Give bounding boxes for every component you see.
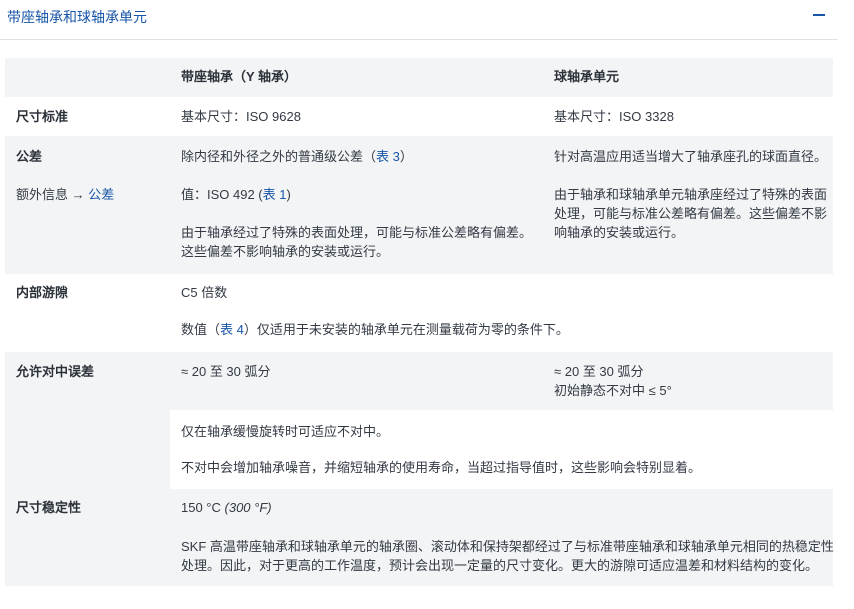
tolerance-col1-line2: 值：ISO 492 (表 1) <box>181 185 291 204</box>
clearance-note-text-end: ）仅适用于未安装的轴承单元在测量载荷为零的条件下。 <box>243 322 569 337</box>
row-label-misalignment: 允许对中误差 <box>16 364 95 379</box>
tolerance-text: 除内径和外径之外的普通级公差（ <box>181 149 377 164</box>
row-label-clearance: 内部游隙 <box>16 285 69 300</box>
row-label-dimension-std: 尺寸标准 <box>16 109 69 124</box>
stability-note-line2: 处理。因此，对于更高的工作温度，预计会出现一定量的尺寸变化。更大的游隙可适应温差… <box>181 558 819 573</box>
stability-note-line1: SKF 高温带座轴承和球轴承单元的轴承圈、滚动体和保持架都经过了与标准带座轴承和… <box>181 539 834 554</box>
tolerance-col1-line1: 除内径和外径之外的普通级公差（表 3） <box>181 147 413 166</box>
table-header-row: 带座轴承（Y 轴承） 球轴承单元 <box>5 58 833 97</box>
iso492-text: 值：ISO 492 ( <box>181 187 263 202</box>
section-title[interactable]: 带座轴承和球轴承单元 <box>7 7 147 27</box>
tolerance-col1-para-line2: 这些偏差不影响轴承的安装或运行。 <box>181 244 390 259</box>
table-row: 允许对中误差 ≈ 20 至 30 弧分 ≈ 20 至 30 弧分 初始静态不对中… <box>5 352 833 489</box>
iso492-text-end: ) <box>286 187 291 202</box>
stability-temp-c: 150 °C <box>181 500 221 515</box>
misalignment-note1: 仅在轴承缓慢旋转时可适应不对中。 <box>181 424 390 439</box>
misalignment-col2-line1: ≈ 20 至 30 弧分 <box>554 364 644 379</box>
extra-info-label: 额外信息 → <box>16 187 85 202</box>
tolerance-col2-para-line2: 处理，可能与标准公差略有偏差。这些偏差不影 <box>554 206 828 221</box>
header-pillow-block: 带座轴承（Y 轴承） <box>181 69 298 84</box>
clearance-value: C5 倍数 <box>181 285 228 300</box>
tolerance-col2-para-line3: 响轴承的安装或运行。 <box>554 225 685 240</box>
tolerance-link[interactable]: 公差 <box>88 187 114 202</box>
stability-temp-f: (300 °F) <box>224 500 272 515</box>
clearance-note: 数值（表 4）仅适用于未安装的轴承单元在测量载荷为零的条件下。 <box>181 320 569 339</box>
header-ball-unit: 球轴承单元 <box>554 69 620 84</box>
tolerance-text-end: ） <box>399 149 413 164</box>
table-row: 尺寸稳定性 150 °C (300 °F) SKF 高温带座轴承和球轴承单元的轴… <box>5 489 834 586</box>
tolerance-col1-para-line1: 由于轴承经过了特殊的表面处理，可能与标准公差略有偏差。 <box>181 225 533 240</box>
tolerance-col2-para-line1: 由于轴承和球轴承单元轴承座经过了特殊的表面 <box>554 187 828 202</box>
minus-icon[interactable] <box>808 5 830 23</box>
tolerance-col2-line1: 针对高温应用适当增大了轴承座孔的球面直径。 <box>554 149 828 164</box>
misalignment-note2: 不对中会增加轴承噪音，并缩短轴承的使用寿命，当超过指导值时，这些影响会特别显着。 <box>181 460 702 475</box>
table-row: 尺寸标准 基本尺寸：ISO 9628 基本尺寸：ISO 3328 <box>5 97 833 136</box>
table1-link[interactable]: 表 1 <box>263 187 287 202</box>
stability-temp: 150 °C (300 °F) <box>181 498 272 517</box>
row-label-tolerance: 公差 <box>16 149 43 164</box>
table-row: 公差 额外信息 → 公差 除内径和外径之外的普通级公差（表 3） 值：ISO 4… <box>5 136 833 274</box>
extra-info: 额外信息 → 公差 <box>16 185 114 204</box>
dimension-std-col1: 基本尺寸：ISO 9628 <box>181 109 301 124</box>
misalignment-col1: ≈ 20 至 30 弧分 <box>181 364 271 379</box>
dimension-std-col2: 基本尺寸：ISO 3328 <box>554 109 674 124</box>
row-label-stability: 尺寸稳定性 <box>16 500 82 515</box>
table-row: 内部游隙 C5 倍数 数值（表 4）仅适用于未安装的轴承单元在测量载荷为零的条件… <box>5 274 833 352</box>
section-header[interactable]: 带座轴承和球轴承单元 <box>0 0 838 40</box>
misalignment-col2-line2: 初始静态不对中 ≤ 5° <box>554 383 672 398</box>
misalignment-notes: 仅在轴承缓慢旋转时可适应不对中。 不对中会增加轴承噪音，并缩短轴承的使用寿命，当… <box>170 410 833 489</box>
table3-link[interactable]: 表 3 <box>376 149 400 164</box>
table4-link[interactable]: 表 4 <box>220 322 244 337</box>
clearance-note-text: 数值（ <box>181 322 221 337</box>
